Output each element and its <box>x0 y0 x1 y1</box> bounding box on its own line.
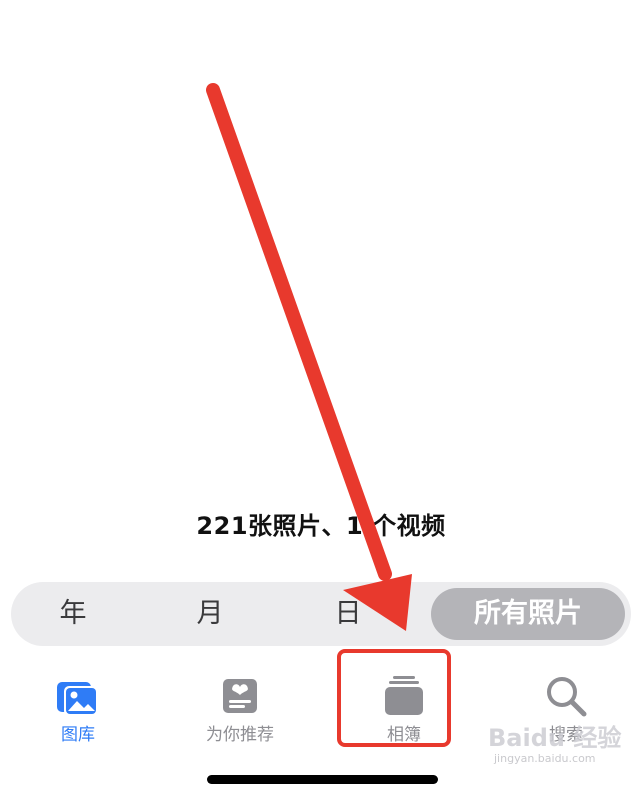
view-option-months[interactable]: 月 <box>160 582 260 646</box>
tab-albums[interactable]: 相簿 <box>354 665 454 745</box>
view-option-all-photos[interactable]: 所有照片 <box>431 588 625 640</box>
view-option-years[interactable]: 年 <box>23 582 123 646</box>
tab-for-you[interactable]: 为你推荐 <box>190 665 290 745</box>
tab-library[interactable]: 图库 <box>28 665 128 745</box>
albums-icon <box>385 676 423 715</box>
view-option-days[interactable]: 日 <box>298 582 398 646</box>
tab-for-you-label: 为你推荐 <box>206 725 274 745</box>
view-segmented-control: 年 月 日 所有照片 <box>11 582 631 646</box>
tab-library-label: 图库 <box>61 725 95 745</box>
for-you-icon <box>223 679 257 713</box>
tab-search-label: 搜索 <box>549 725 583 745</box>
tab-search[interactable]: 搜索 <box>516 665 616 745</box>
library-icon <box>57 682 98 716</box>
home-indicator <box>207 775 438 784</box>
watermark-url: jingyan.baidu.com <box>494 752 596 765</box>
media-count-text: 221张照片、1 个视频 <box>196 512 446 540</box>
tab-albums-label: 相簿 <box>387 725 421 745</box>
search-icon <box>547 677 587 717</box>
